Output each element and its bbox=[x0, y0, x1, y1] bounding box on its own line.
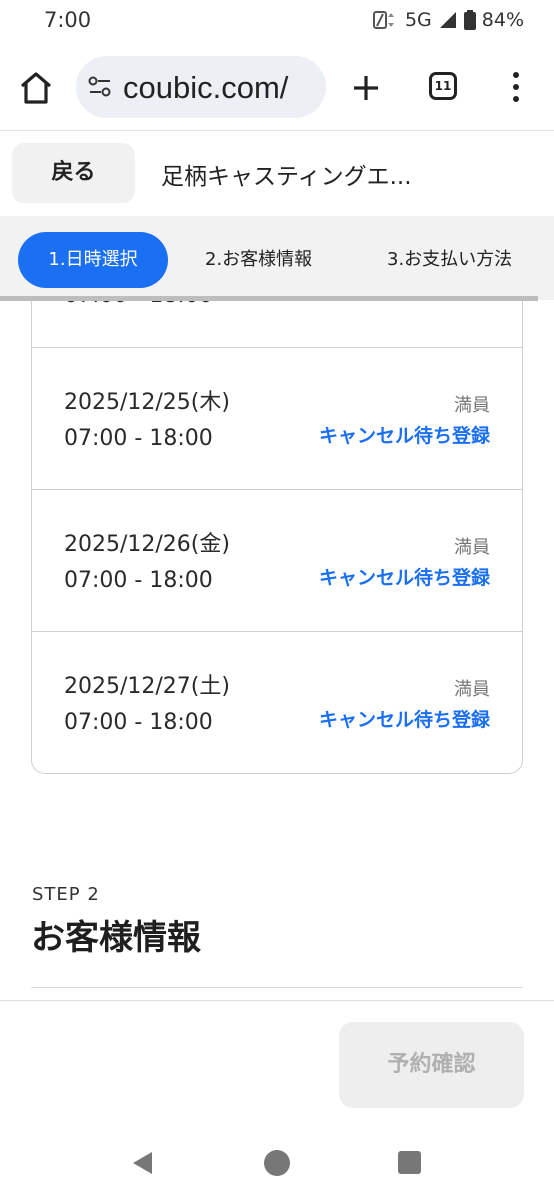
tab-switcher-button[interactable]: 11 bbox=[429, 72, 457, 100]
tab-customer-info[interactable]: 2.お客様情報 bbox=[205, 232, 312, 288]
slot-time: 07:00 - 18:00 bbox=[64, 710, 213, 735]
status-bar: 7:00 5G 84% bbox=[0, 0, 554, 44]
confirm-reservation-button[interactable]: 予約確認 bbox=[339, 1022, 524, 1108]
slot-list: 07:00 - 18:00 2025/12/25(木) 07:00 - 18:0… bbox=[31, 260, 523, 774]
tab-payment[interactable]: 3.お支払い方法 bbox=[387, 232, 512, 288]
battery-icon bbox=[463, 10, 476, 30]
slot-status: 満員 bbox=[454, 679, 490, 700]
slot-time: 07:00 - 18:00 bbox=[64, 568, 213, 593]
step-label: STEP 2 bbox=[32, 884, 100, 905]
data-saver-icon bbox=[372, 10, 399, 30]
square-recents-icon[interactable] bbox=[398, 1151, 421, 1174]
battery-level: 84% bbox=[481, 9, 524, 31]
slot-row: 2025/12/26(金) 07:00 - 18:00 満員 キャンセル待ち登録 bbox=[32, 489, 522, 631]
url-text[interactable]: coubic.com/ bbox=[123, 70, 288, 106]
status-time: 7:00 bbox=[44, 8, 92, 32]
circle-home-icon[interactable] bbox=[264, 1150, 290, 1176]
url-bar[interactable]: coubic.com/ bbox=[76, 56, 326, 118]
step-tabs: 1.日時選択 2.お客様情報 3.お支払い方法 bbox=[0, 216, 554, 301]
tab-datetime[interactable]: 1.日時選択 bbox=[18, 232, 168, 288]
home-icon[interactable] bbox=[18, 71, 54, 105]
page-header: 戻る 足柄キャスティングエ... bbox=[0, 130, 554, 217]
page-title: 足柄キャスティングエ... bbox=[161, 164, 412, 190]
slot-date: 2025/12/27(土) bbox=[64, 674, 230, 699]
plus-icon[interactable] bbox=[350, 72, 382, 104]
browser-toolbar: coubic.com/ 11 bbox=[0, 44, 554, 130]
slot-status: 満員 bbox=[454, 537, 490, 558]
slot-row: 2025/12/27(土) 07:00 - 18:00 満員 キャンセル待ち登録 bbox=[32, 631, 522, 773]
slot-date: 2025/12/26(金) bbox=[64, 532, 230, 557]
signal-icon bbox=[438, 10, 458, 30]
waitlist-button[interactable]: キャンセル待ち登録 bbox=[319, 705, 490, 732]
slot-time: 07:00 - 18:00 bbox=[64, 426, 213, 451]
tune-icon[interactable] bbox=[88, 76, 112, 98]
tabs-scroll-indicator bbox=[0, 296, 538, 301]
slot-status: 満員 bbox=[454, 395, 490, 416]
status-icons: 5G 84% bbox=[372, 9, 524, 31]
waitlist-button[interactable]: キャンセル待ち登録 bbox=[319, 421, 490, 448]
more-vert-icon[interactable] bbox=[508, 70, 524, 104]
network-label: 5G bbox=[404, 9, 432, 31]
bottom-action-bar: 予約確認 bbox=[0, 1000, 554, 1129]
slot-row: 2025/12/25(木) 07:00 - 18:00 満員 キャンセル待ち登録 bbox=[32, 347, 522, 489]
waitlist-button[interactable]: キャンセル待ち登録 bbox=[319, 563, 490, 590]
system-nav-bar bbox=[0, 1128, 554, 1200]
slot-date: 2025/12/25(木) bbox=[64, 390, 230, 415]
divider bbox=[31, 987, 523, 988]
triangle-back-icon[interactable] bbox=[130, 1150, 156, 1180]
section-title: お客様情報 bbox=[31, 918, 201, 958]
back-button[interactable]: 戻る bbox=[12, 143, 135, 203]
